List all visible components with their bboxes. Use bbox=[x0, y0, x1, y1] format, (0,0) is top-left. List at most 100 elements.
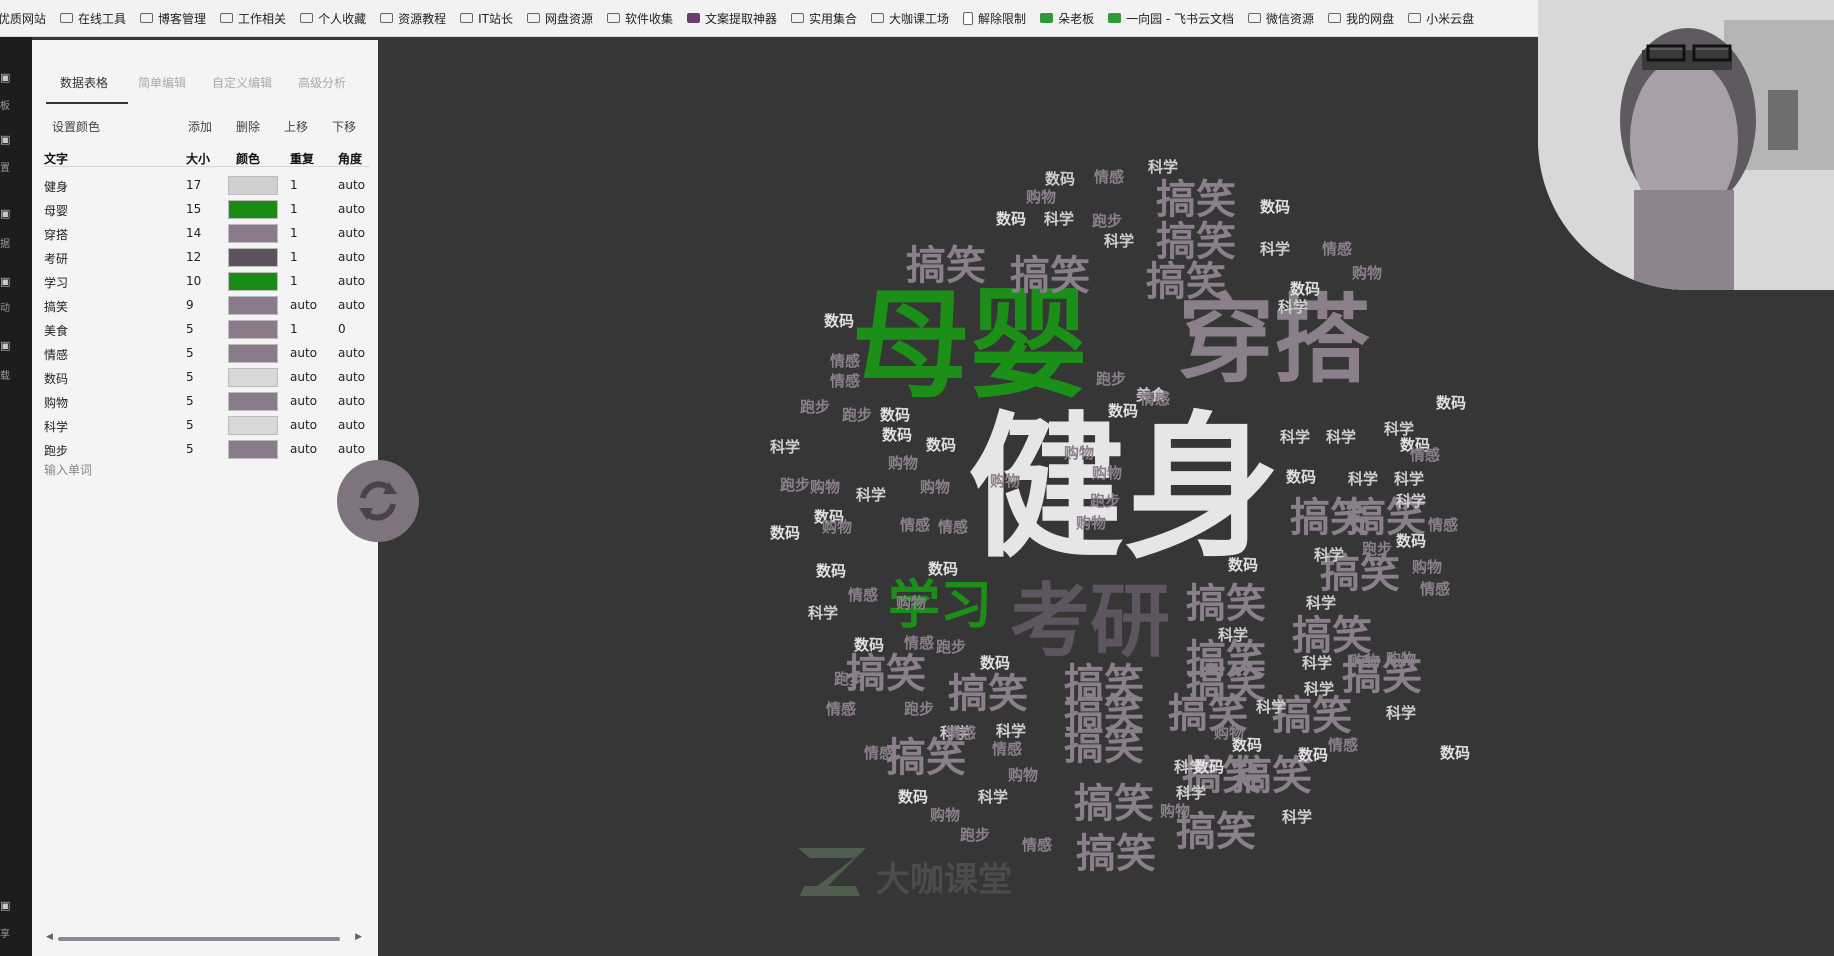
cloud-word-gaoxiao: 搞笑 bbox=[1146, 259, 1226, 305]
cloud-word-gaoxiao: 搞笑 bbox=[948, 671, 1028, 717]
cloud-word-gaoxiao: 搞笑 bbox=[1156, 219, 1236, 265]
cloud-word-small: 科学 bbox=[1104, 232, 1135, 250]
cloud-word-3: 考研 bbox=[1010, 575, 1170, 668]
cloud-word-small: 科学 bbox=[1218, 626, 1249, 644]
cloud-word-small: 科学 bbox=[1282, 808, 1313, 826]
cloud-word-small: 情感 bbox=[938, 518, 969, 536]
cloud-word-small: 数码 bbox=[1436, 394, 1467, 412]
cloud-word-small: 数码 bbox=[980, 654, 1011, 672]
cloud-word-small: 数码 bbox=[1108, 402, 1139, 420]
cloud-word-small: 跑步 bbox=[1362, 540, 1393, 558]
cloud-word-small: 数码 bbox=[854, 636, 885, 654]
cloud-word-small: 数码 bbox=[1290, 280, 1321, 298]
logo-text: 大咖课堂 bbox=[876, 860, 1012, 900]
cloud-word-2: 穿搭 bbox=[1178, 284, 1370, 396]
webcam-overlay bbox=[1538, 0, 1834, 290]
cloud-word-small: 数码 bbox=[1286, 468, 1317, 486]
cloud-word-small: 科学 bbox=[1386, 704, 1417, 722]
cloud-word-small: 数码 bbox=[824, 312, 855, 330]
cloud-word-small: 跑步 bbox=[842, 406, 873, 424]
cloud-word-small: 数码 bbox=[1440, 744, 1471, 762]
cloud-word-small: 购物 bbox=[888, 454, 919, 472]
cloud-word-small: 数码 bbox=[928, 560, 959, 578]
cloud-word-small: 情感 bbox=[1140, 390, 1171, 408]
cloud-word-small: 情感 bbox=[830, 372, 861, 390]
cloud-word-small: 数码 bbox=[898, 788, 929, 806]
cloud-word-small: 购物 bbox=[1350, 652, 1381, 670]
cloud-word-small: 购物 bbox=[1214, 724, 1245, 742]
cloud-word-small: 购物 bbox=[1412, 558, 1443, 576]
cloud-word-1: 母婴 bbox=[852, 276, 1089, 414]
cloud-word-small: 数码 bbox=[1045, 170, 1076, 188]
cloud-word-small: 情感 bbox=[1094, 168, 1125, 186]
cloud-word-small: 购物 bbox=[920, 478, 951, 496]
cloud-word-small: 数码 bbox=[1194, 758, 1225, 776]
cloud-word-small: 跑步 bbox=[780, 476, 811, 494]
cloud-word-gaoxiao: 搞笑 bbox=[1010, 253, 1090, 299]
cloud-word-small: 购物 bbox=[1386, 650, 1417, 668]
cloud-word-small: 购物 bbox=[930, 806, 961, 824]
cloud-word-small: 跑步 bbox=[1092, 212, 1123, 230]
cloud-word-small: 购物 bbox=[1076, 514, 1107, 532]
cloud-word-small: 科学 bbox=[978, 788, 1009, 806]
cloud-word-small: 购物 bbox=[1352, 264, 1383, 282]
cloud-word-small: 跑步 bbox=[800, 398, 831, 416]
cloud-word-small: 科学 bbox=[1306, 594, 1337, 612]
cloud-word-gaoxiao: 搞笑 bbox=[1074, 781, 1154, 827]
cloud-word-small: 购物 bbox=[822, 518, 853, 536]
cloud-word-small: 情感 bbox=[1410, 446, 1441, 464]
cloud-word-gaoxiao: 搞笑 bbox=[886, 735, 966, 781]
cloud-word-gaoxiao: 搞笑 bbox=[1076, 831, 1156, 877]
cloud-word-small: 购物 bbox=[1092, 464, 1123, 482]
dakakt-logo-icon bbox=[798, 848, 866, 896]
cloud-word-small: 购物 bbox=[1064, 444, 1095, 462]
cloud-word-small: 科学 bbox=[996, 722, 1027, 740]
cloud-word-small: 数码 bbox=[882, 426, 913, 444]
cloud-word-small: 数码 bbox=[880, 406, 911, 424]
cloud-word-small: 跑步 bbox=[834, 670, 865, 688]
cloud-word-small: 科学 bbox=[1314, 546, 1345, 564]
cloud-word-small: 情感 bbox=[830, 352, 861, 370]
cloud-word-small: 购物 bbox=[1026, 188, 1057, 206]
cloud-word-small: 情感 bbox=[992, 740, 1023, 758]
cloud-word-small: 情感 bbox=[1328, 736, 1359, 754]
cloud-word-small: 科学 bbox=[1304, 680, 1335, 698]
cloud-word-small: 情感 bbox=[900, 516, 931, 534]
cloud-word-small: 跑步 bbox=[904, 700, 935, 718]
cloud-word-small: 数码 bbox=[816, 562, 847, 580]
cloud-word-small: 数码 bbox=[1396, 532, 1427, 550]
cloud-word-small: 科学 bbox=[1280, 428, 1311, 446]
cloud-word-small: 科学 bbox=[770, 438, 801, 456]
cloud-word-small: 数码 bbox=[1260, 198, 1291, 216]
cloud-word-small: 跑步 bbox=[1090, 492, 1121, 510]
cloud-word-small: 跑步 bbox=[960, 826, 991, 844]
cloud-word-small: 情感 bbox=[1420, 580, 1451, 598]
cloud-word-gaoxiao: 搞笑 bbox=[1064, 723, 1144, 769]
cloud-word-small: 科学 bbox=[1302, 654, 1333, 672]
cloud-word-small: 数码 bbox=[1228, 556, 1259, 574]
cloud-word-small: 情感 bbox=[1428, 516, 1459, 534]
cloud-word-small: 购物 bbox=[1160, 802, 1191, 820]
cloud-word-small: 科学 bbox=[1256, 698, 1287, 716]
cloud-word-small: 购物 bbox=[990, 472, 1021, 490]
cloud-word-small: 科学 bbox=[1394, 470, 1425, 488]
cloud-word-small: 情感 bbox=[1322, 240, 1353, 258]
cloud-word-small: 情感 bbox=[864, 744, 895, 762]
cloud-word-gaoxiao: 搞笑 bbox=[1292, 613, 1372, 659]
cloud-word-small: 情感 bbox=[826, 700, 857, 718]
cloud-word-small: 情感 bbox=[848, 586, 879, 604]
cloud-word-gaoxiao: 搞笑 bbox=[1156, 177, 1236, 223]
cloud-word-small: 购物 bbox=[1008, 766, 1039, 784]
cloud-word-small: 情感 bbox=[904, 634, 935, 652]
cloud-word-small: 跑步 bbox=[1096, 370, 1127, 388]
cloud-word-small: 科学 bbox=[1044, 210, 1075, 228]
cloud-word-small: 数码 bbox=[1298, 746, 1329, 764]
cloud-word-small: 数码 bbox=[926, 436, 957, 454]
cloud-word-small: 科学 bbox=[856, 486, 887, 504]
cloud-word-small: 科学 bbox=[1396, 492, 1427, 510]
cloud-word-small: 科学 bbox=[1326, 428, 1357, 446]
cloud-word-small: 数码 bbox=[996, 210, 1027, 228]
cloud-word-small: 科学 bbox=[1384, 420, 1415, 438]
cloud-word-small: 科学 bbox=[1260, 240, 1291, 258]
watermark-logo: 大咖课堂 bbox=[794, 844, 1054, 900]
